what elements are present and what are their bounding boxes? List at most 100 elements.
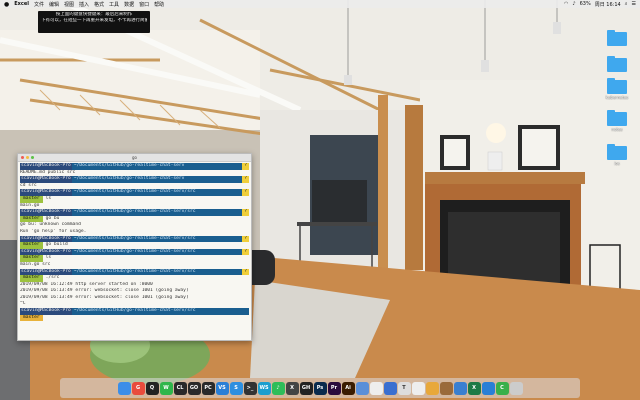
wechat-icon[interactable]: W	[159, 381, 173, 395]
terminal-prompt-line: scavin@MacBook-Pro ~/Documents/GitHub/go-…	[20, 235, 249, 243]
git-branch-badge: master	[20, 255, 43, 262]
terminal-command-line: master ls	[20, 255, 249, 262]
prompt-user: scavin@MacBook-Pro	[20, 176, 72, 183]
prompt-path: ~/Documents/GitHub/go-realtime-chat-serv	[73, 176, 185, 182]
terminal-output[interactable]: scavin@MacBook-Pro ~/Documents/GitHub/go-…	[18, 162, 251, 322]
desktop-folder-notes[interactable]: notes	[600, 110, 634, 134]
terminal-prompt-line: scavin@MacBook-Pro ~/Documents/GitHub/go-…	[20, 209, 249, 216]
terminal-output-line: cd src	[20, 182, 37, 188]
prompt-path: ~/Documents/GitHub/go-realtime-chat-serv…	[73, 248, 196, 254]
prompt-user: scavin@MacBook-Pro	[20, 268, 72, 276]
webstorm-icon[interactable]: WS	[257, 381, 271, 395]
app-icon[interactable]	[411, 381, 425, 395]
terminal-prompt-line: scavin@MacBook-Pro ~/Documents/GitHub/go-…	[20, 163, 249, 170]
prompt-user: scavin@MacBook-Pro	[20, 235, 72, 243]
clock[interactable]: 周日 16:14	[595, 1, 621, 8]
prompt-user: scavin@MacBook-Pro	[20, 308, 72, 315]
finder-icon[interactable]	[117, 381, 131, 395]
spotify-icon[interactable]: ♪	[271, 381, 285, 395]
menu-window[interactable]: 窗口	[139, 1, 149, 8]
typora-icon[interactable]: T	[397, 381, 411, 395]
menu-data[interactable]: 数据	[124, 1, 134, 8]
menu-help[interactable]: 帮助	[154, 1, 164, 8]
github-icon[interactable]: GH	[299, 381, 313, 395]
status-area: ◠ ♪ 63% 周日 16:14 ⌕ ☰	[564, 0, 636, 8]
pycharm-icon[interactable]: PC	[201, 381, 215, 395]
goland-icon[interactable]: GO	[187, 381, 201, 395]
menu-edit[interactable]: 编辑	[49, 1, 59, 8]
trash-icon[interactable]	[509, 381, 523, 395]
excel-icon[interactable]: X	[467, 381, 481, 395]
menu-format[interactable]: 格式	[94, 1, 104, 8]
menu-view[interactable]: 视图	[64, 1, 74, 8]
git-branch-badge: master	[20, 215, 43, 223]
wifi-icon[interactable]: ◠	[564, 1, 568, 7]
prompt-status-badge: ?	[242, 268, 249, 276]
terminal-titlebar[interactable]: go	[18, 154, 251, 162]
vscode-icon[interactable]: VS	[215, 381, 229, 395]
c-icon[interactable]: C	[495, 381, 509, 395]
terminal-icon[interactable]: >_	[243, 381, 257, 395]
prompt-path: ~/Documents/GitHub/go-realtime-chat-serv	[73, 163, 185, 168]
keynote2-icon[interactable]	[481, 381, 495, 395]
menu-file[interactable]: 文件	[34, 1, 44, 8]
prompt-user: scavin@MacBook-Pro	[20, 209, 72, 216]
minimize-button[interactable]	[26, 156, 29, 159]
terminal-output-line: main.go	[20, 202, 40, 208]
folder-icon	[607, 110, 627, 126]
premiere-icon[interactable]: Pr	[327, 381, 341, 395]
app2-icon[interactable]	[439, 381, 453, 395]
chrome-icon[interactable]: G	[131, 381, 145, 395]
terminal-prompt-line: scavin@MacBook-Pro ~/Documents/GitHub/go-…	[20, 176, 249, 183]
terminal-output-line: 2019/09/08 16:13:49 error: websocket: cl…	[20, 294, 189, 300]
dock: G Q W CL GO PC VS S >_ WS ♪ X GH Ps Pr Ai T X C	[60, 378, 580, 398]
prompt-status-badge: ?	[242, 176, 249, 183]
safari-icon[interactable]: S	[229, 381, 243, 395]
menu-bar: ● Excel 文件 编辑 视图 插入 格式 工具 数据 窗口 帮助 ◠ ♪ 6…	[0, 0, 640, 8]
prompt-path: ~/Documents/GitHub/go-realtime-chat-serv…	[73, 308, 196, 314]
illustrator-icon[interactable]: Ai	[341, 381, 355, 395]
prompt-user: scavin@MacBook-Pro	[20, 189, 72, 196]
terminal-title: go	[132, 155, 137, 160]
notice-line-2: 下有可以，在短些一下再重开来发电，不卡再进行简繁体	[41, 18, 147, 23]
folder-icon	[607, 30, 627, 46]
terminal-command-line: master go bu	[20, 215, 249, 223]
apple-menu-icon[interactable]: ●	[4, 1, 9, 8]
desktop-folder-kubernetes[interactable]: kubernetes	[600, 78, 634, 102]
terminal-window[interactable]: go scavin@MacBook-Pro ~/Documents/GitHub/…	[17, 153, 252, 341]
clion-icon[interactable]: CL	[173, 381, 187, 395]
photoshop-icon[interactable]: Ps	[313, 381, 327, 395]
battery-percent[interactable]: 63%	[580, 1, 591, 7]
terminal-command: go bu	[45, 215, 60, 221]
x-icon[interactable]: X	[285, 381, 299, 395]
desktop-folder[interactable]	[600, 30, 634, 54]
folder-icon	[607, 56, 627, 72]
search-icon[interactable]: ⌕	[625, 1, 628, 7]
desktop-folder[interactable]	[600, 56, 634, 80]
terminal-output-line: Run 'go help' for usage.	[20, 228, 87, 234]
menu-app-name[interactable]: Excel	[14, 1, 29, 7]
control-center-icon[interactable]: ☰	[632, 1, 636, 7]
terminal-prompt-line: scavin@MacBook-Pro ~/Documents/GitHub/go-…	[20, 308, 249, 315]
git-branch-badge: master	[20, 195, 43, 203]
menu-insert[interactable]: 插入	[79, 1, 89, 8]
keynote-icon[interactable]	[383, 381, 397, 395]
notice-banner: 按上面的键盘快捷键来：最后后来制作 下有可以，在短些一下再重开来发电，不卡再进行…	[38, 11, 150, 33]
prompt-path: ~/Documents/GitHub/go-realtime-chat-serv…	[73, 268, 196, 274]
terminal-command-line: master go build	[20, 242, 249, 249]
volume-icon[interactable]: ♪	[572, 1, 575, 7]
prompt-status-badge: ?	[242, 209, 249, 216]
vm-icon[interactable]	[453, 381, 467, 395]
menu-tools[interactable]: 工具	[109, 1, 119, 8]
qq-icon[interactable]: Q	[145, 381, 159, 395]
snail-icon[interactable]	[425, 381, 439, 395]
terminal-output-line: ^C	[20, 301, 26, 307]
zoom-button[interactable]	[31, 156, 34, 159]
desktop-folder-ios[interactable]: ios	[600, 144, 634, 168]
calendar-icon[interactable]	[369, 381, 383, 395]
close-button[interactable]	[21, 156, 24, 159]
terminal-output-line: 2019/09/08 16:12:49 http server started …	[20, 281, 153, 287]
terminal-command: ls	[45, 255, 52, 261]
network-icon[interactable]	[355, 381, 369, 395]
window-controls	[21, 156, 34, 159]
